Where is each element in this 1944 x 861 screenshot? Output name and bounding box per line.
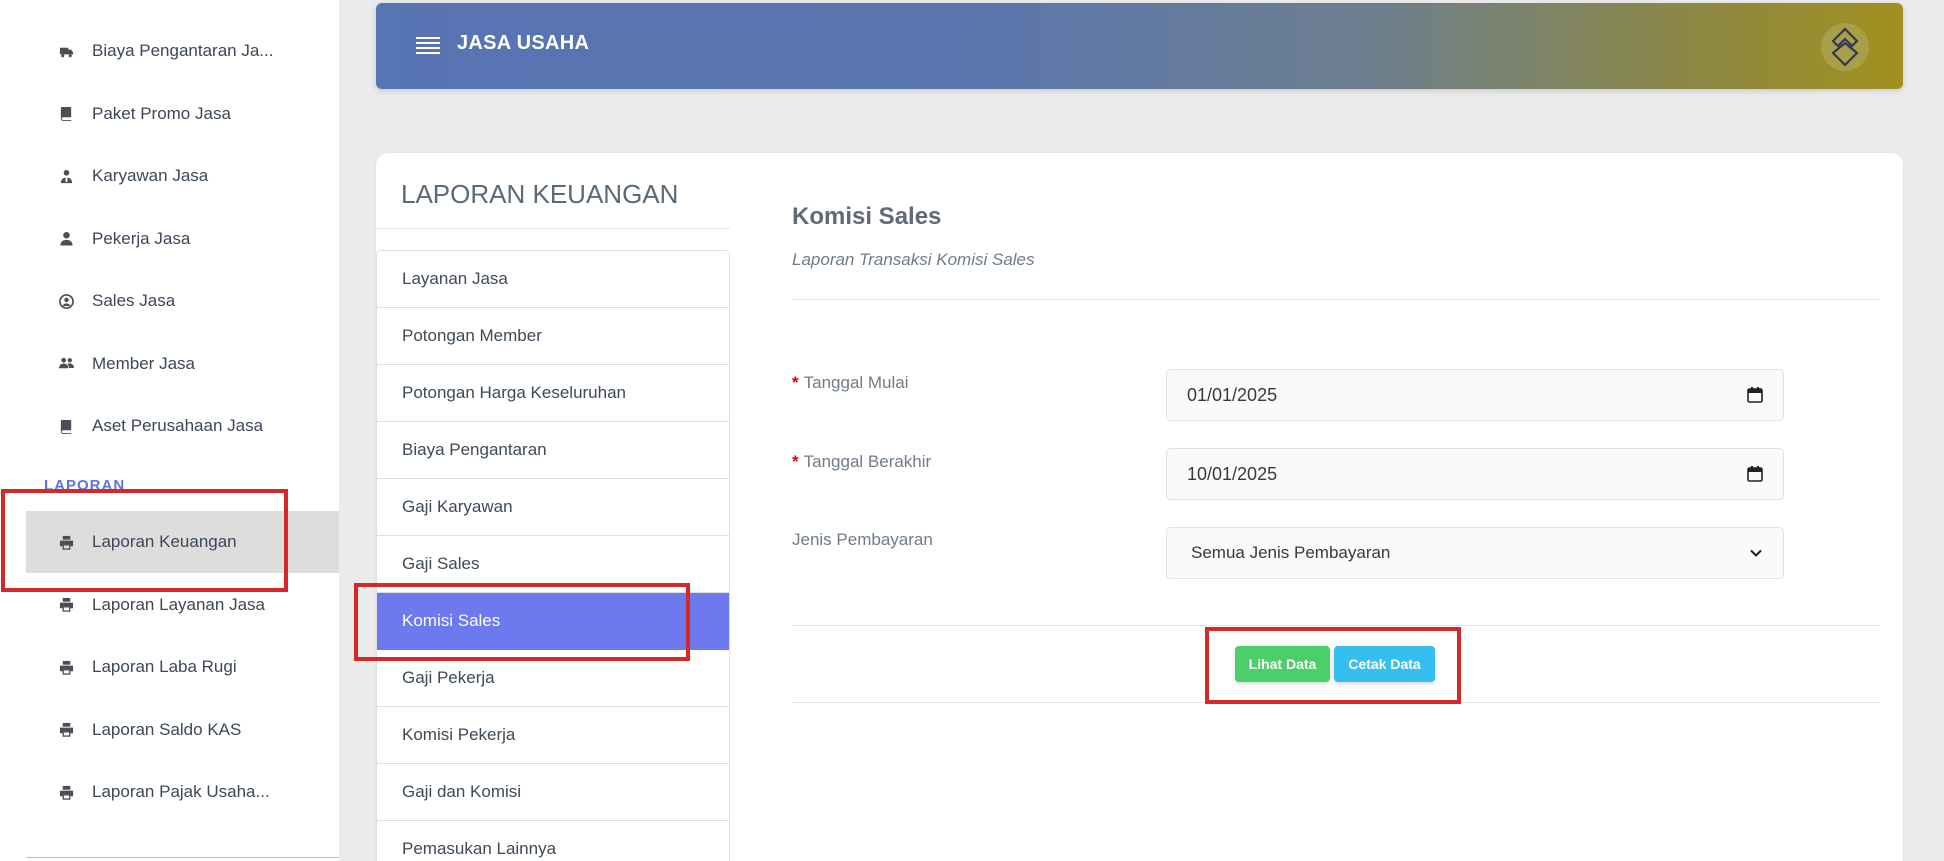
sidebar-item-label: Aset Perusahaan Jasa <box>92 416 264 435</box>
sidebar-item-label: Laporan Pajak Usaha... <box>92 782 270 801</box>
sidebar-item-label: Paket Promo Jasa <box>92 103 231 123</box>
sidebar-item[interactable]: Laporan Laba Rugi <box>26 636 339 698</box>
sidebar-item[interactable]: Aset Perusahaan Jasa <box>26 395 339 457</box>
print-icon <box>56 720 76 740</box>
payment-type-select[interactable]: Semua Jenis Pembayaran <box>1166 527 1784 579</box>
report-list-item[interactable]: Potongan Harga Keseluruhan <box>377 365 729 422</box>
top-header: JASA USAHA <box>376 3 1903 89</box>
book-icon <box>56 416 76 436</box>
end-date-label: * Tanggal Berakhir <box>792 452 931 472</box>
print-icon <box>56 782 76 802</box>
menu-icon[interactable] <box>416 37 440 59</box>
sidebar-item-label: Member Jasa <box>92 353 195 373</box>
start-date-label-text: Tanggal Mulai <box>803 373 909 392</box>
end-date-label-text: Tanggal Berakhir <box>803 452 932 471</box>
report-list-item[interactable]: Gaji Karyawan <box>377 479 729 536</box>
card-title: LAPORAN KEUANGAN <box>401 179 679 209</box>
start-date-label: * Tanggal Mulai <box>792 373 909 393</box>
sidebar-item-label: Pekerja Jasa <box>92 228 191 248</box>
sidebar-divider <box>26 857 339 858</box>
report-list: Layanan Jasa Potongan Member Potongan Harg… <box>376 250 730 861</box>
highlight-box <box>1 489 288 592</box>
report-card: LAPORAN KEUANGAN Layanan Jasa Potongan Me… <box>376 153 1903 861</box>
user-icon <box>56 229 76 249</box>
divider <box>792 625 1879 626</box>
sidebar-item[interactable]: Sales Jasa <box>26 270 339 332</box>
sidebar-item[interactable]: Karyawan Jasa <box>26 145 339 207</box>
divider <box>376 228 730 229</box>
sidebar-item-label: Karyawan Jasa <box>92 166 209 185</box>
divider <box>792 299 1879 300</box>
sidebar-heading: LAPORAN <box>44 477 126 489</box>
sidebar-item-label: Laporan Layanan Jasa <box>92 594 265 614</box>
required-mark: * <box>792 452 799 471</box>
users-icon <box>56 354 76 374</box>
highlight-box <box>1205 627 1461 704</box>
chevron-down-icon <box>1750 549 1762 557</box>
report-list-item[interactable]: Biaya Pengantaran <box>377 422 729 479</box>
calendar-icon[interactable] <box>1747 387 1763 403</box>
sidebar-item-label: Biaya Pengantaran Ja... <box>92 41 274 60</box>
calendar-icon[interactable] <box>1747 466 1763 482</box>
user-tie-icon <box>56 166 76 186</box>
section-subtitle: Laporan Transaksi Komisi Sales <box>792 250 1035 269</box>
section-title: Komisi Sales <box>792 203 942 230</box>
logo-icon <box>1821 23 1869 71</box>
required-mark: * <box>792 373 799 392</box>
payment-type-value: Semua Jenis Pembayaran <box>1191 543 1391 562</box>
report-list-item[interactable]: Gaji dan Komisi <box>377 764 729 821</box>
end-date-input[interactable]: 10/01/2025 <box>1166 448 1784 500</box>
user-circle-icon <box>56 291 76 311</box>
report-list-item[interactable]: Komisi Pekerja <box>377 707 729 764</box>
sidebar-item-label: Sales Jasa <box>92 291 176 310</box>
sidebar-item[interactable]: Laporan Pajak Usaha... <box>26 761 339 823</box>
sidebar-item[interactable]: Biaya Pengantaran Ja... <box>26 20 339 82</box>
sidebar: Biaya Pengantaran Ja... Paket Promo Jasa K… <box>0 0 339 861</box>
start-date-value: 01/01/2025 <box>1187 384 1278 405</box>
highlight-box <box>354 583 690 661</box>
sidebar-item[interactable]: Laporan Saldo KAS <box>26 699 339 761</box>
start-date-input[interactable]: 01/01/2025 <box>1166 369 1784 421</box>
sidebar-item-label: Laporan Saldo KAS <box>92 719 242 739</box>
sidebar-item[interactable]: Pekerja Jasa <box>26 208 339 270</box>
sidebar-item[interactable]: Paket Promo Jasa <box>26 83 339 145</box>
print-icon <box>56 595 76 615</box>
report-list-item[interactable]: Pemasukan Lainnya <box>377 821 729 861</box>
app-title: JASA USAHA <box>457 32 590 54</box>
report-list-item[interactable]: Potongan Member <box>377 308 729 365</box>
report-list-item[interactable]: Layanan Jasa <box>377 251 729 308</box>
end-date-value: 10/01/2025 <box>1187 463 1278 484</box>
sidebar-item-label: Laporan Laba Rugi <box>92 657 237 676</box>
book-icon <box>56 104 76 124</box>
print-icon <box>56 657 76 677</box>
truck-icon <box>56 41 76 61</box>
sidebar-item[interactable]: Member Jasa <box>26 333 339 395</box>
payment-type-label: Jenis Pembayaran <box>792 530 933 549</box>
